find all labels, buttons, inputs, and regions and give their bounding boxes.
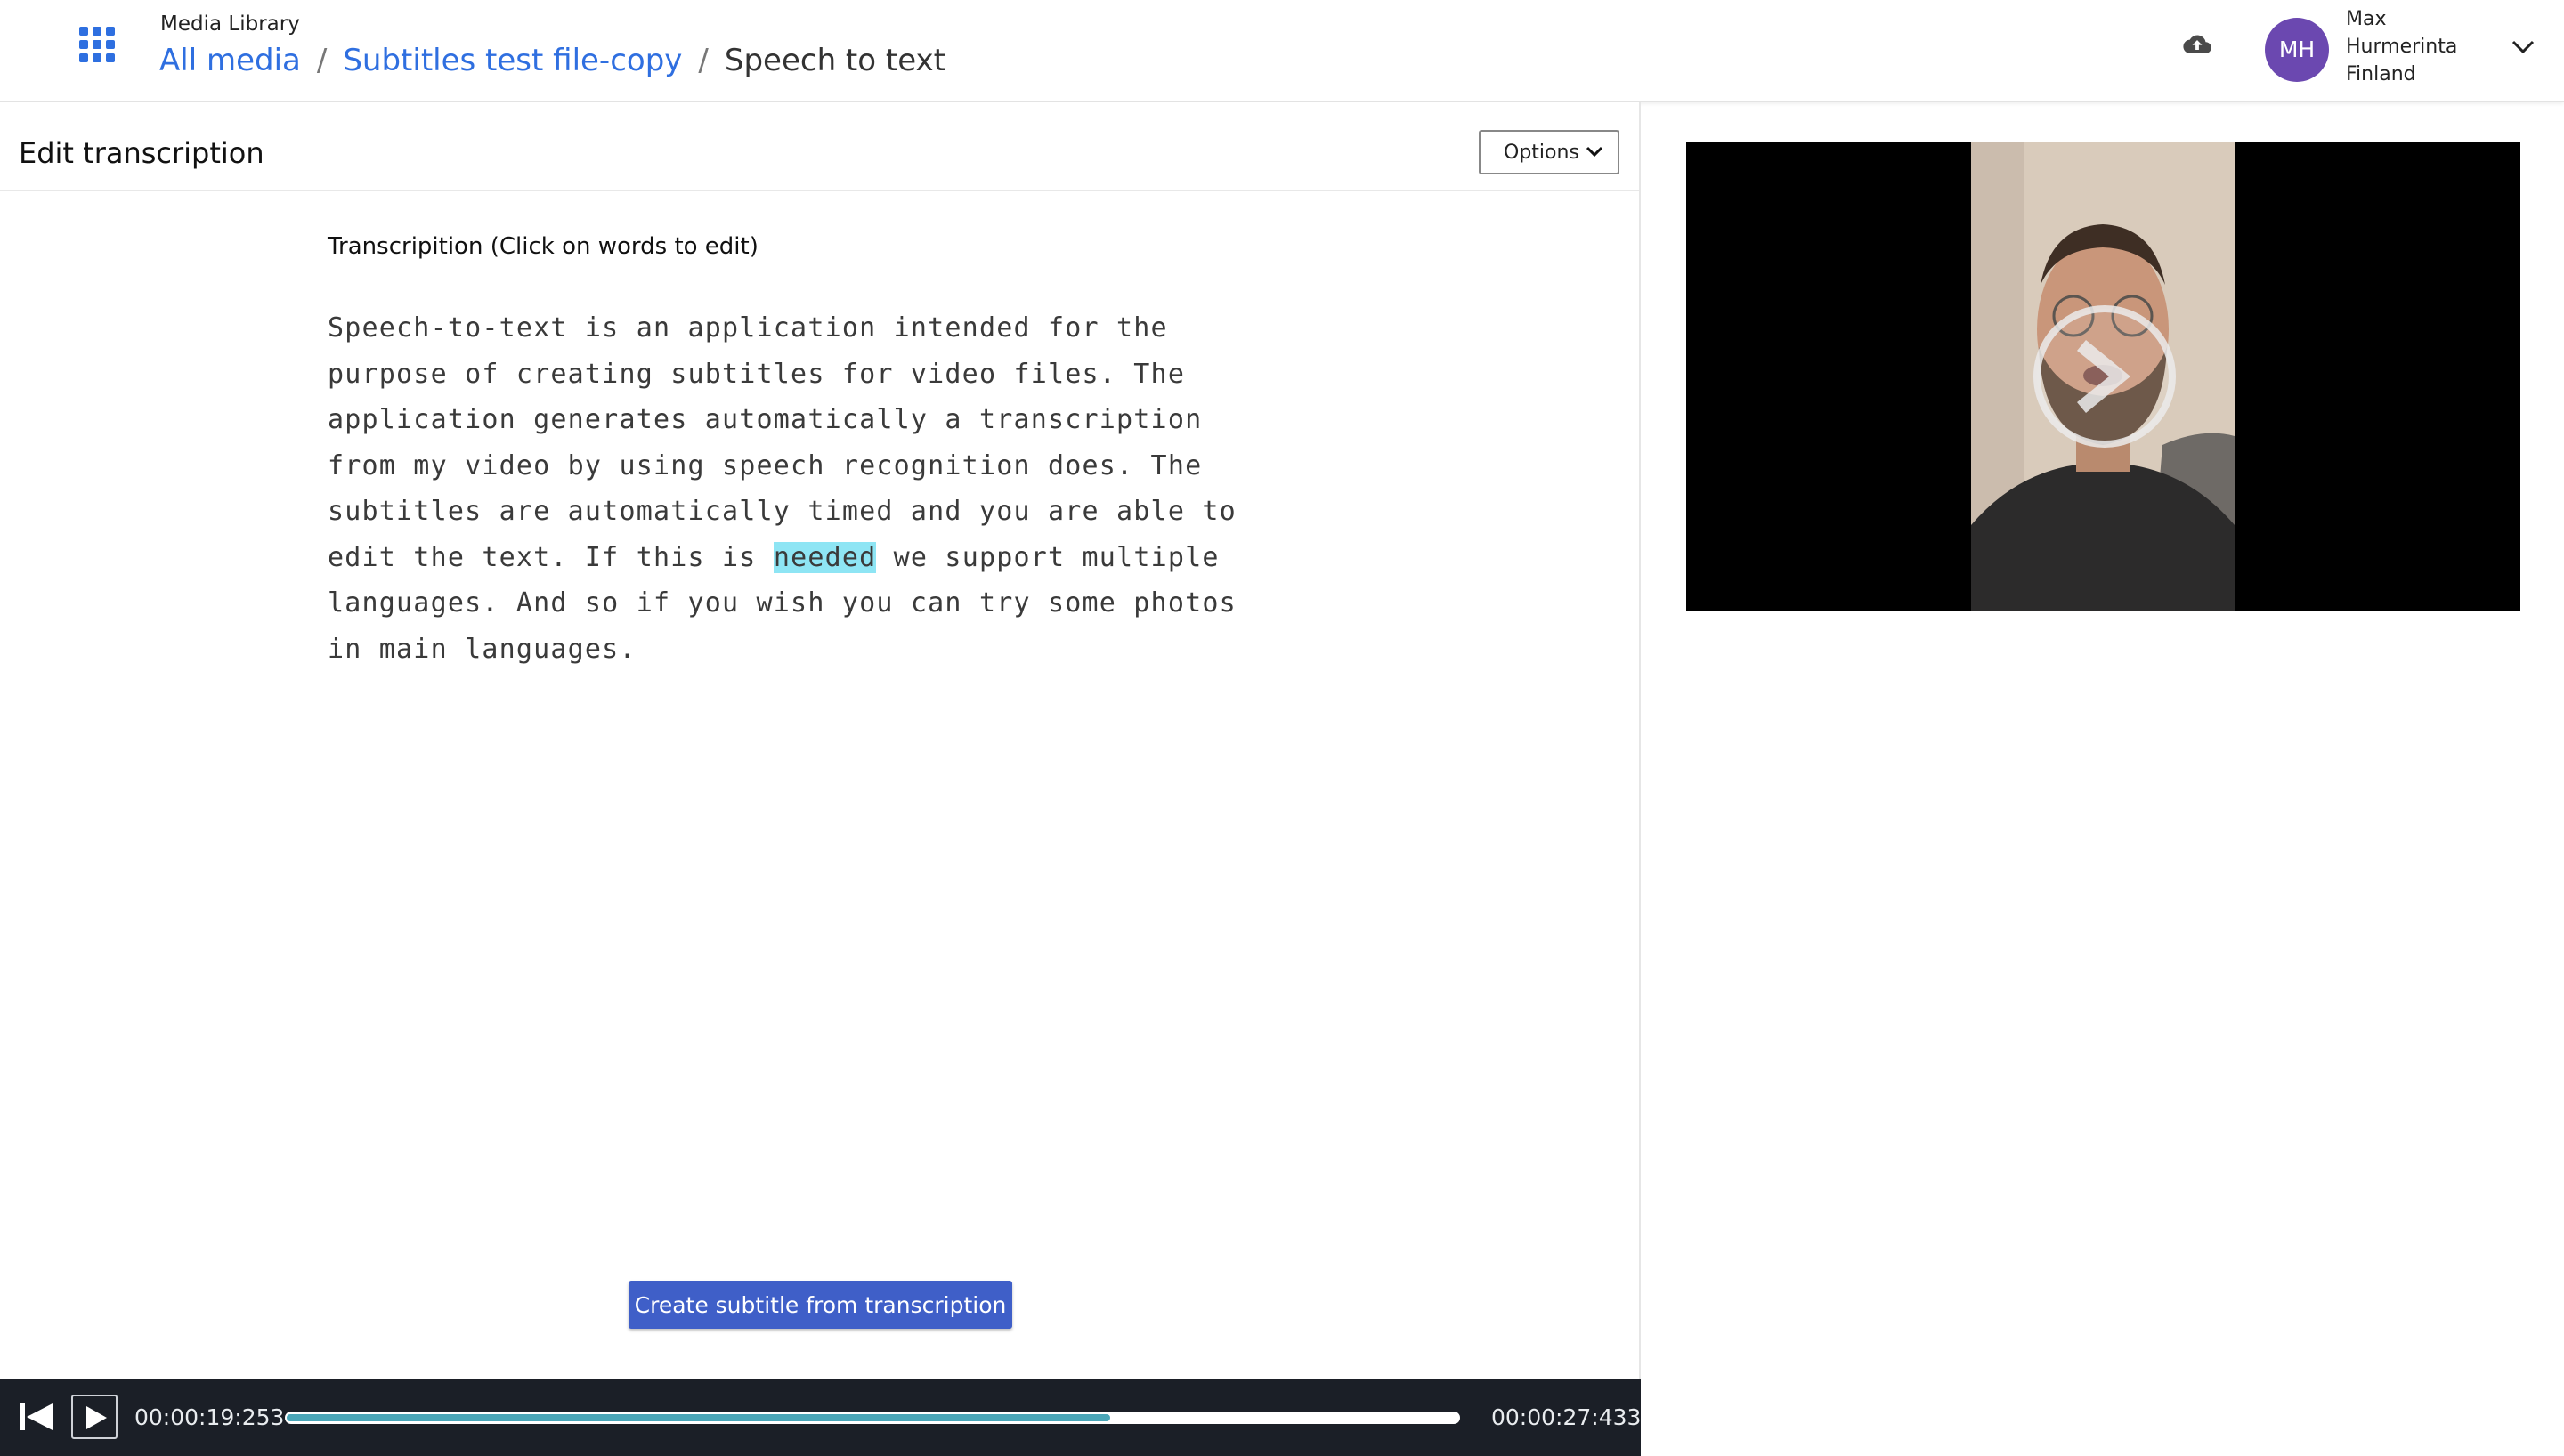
transcription-line[interactable]: application generates automatically a tr… (328, 397, 1307, 443)
app-name: Media Library (160, 12, 300, 36)
play-button[interactable] (71, 1395, 118, 1439)
skip-back-icon[interactable] (19, 1399, 54, 1435)
transcription-line[interactable]: subtitles are automatically timed and yo… (328, 489, 1307, 535)
video-player[interactable] (1686, 142, 2520, 611)
media-player-bar: 00:00:19:253 00:00:27:433 (0, 1379, 1641, 1456)
play-icon (86, 1406, 107, 1429)
options-dropdown[interactable]: Options (1479, 130, 1619, 174)
breadcrumb-separator: / (316, 43, 328, 78)
create-subtitle-button[interactable]: Create subtitle from transcription (629, 1281, 1012, 1329)
cloud-upload-icon[interactable] (2183, 32, 2211, 57)
user-first-name: Max (2346, 8, 2387, 30)
word-run[interactable]: edit the text. If this is (328, 542, 774, 573)
video-play-icon[interactable] (2031, 303, 2179, 450)
user-organization: Finland (2346, 63, 2416, 85)
panel-header: Edit transcription Options (0, 102, 1639, 191)
apps-grid-icon[interactable] (79, 27, 115, 62)
avatar[interactable]: MH (2265, 18, 2329, 82)
highlighted-word[interactable]: needed (773, 541, 877, 573)
user-info: Max Hurmerinta Finland (2346, 5, 2457, 88)
transcription-line[interactable]: languages. And so if you wish you can tr… (328, 580, 1307, 627)
chevron-down-icon (1586, 146, 1603, 158)
breadcrumb-separator: / (698, 43, 709, 78)
chevron-down-icon[interactable] (2511, 37, 2536, 55)
top-header: Media Library All media / Subtitles test f… (0, 0, 2564, 102)
word-run[interactable]: we support multiple (876, 542, 1219, 573)
breadcrumb: All media / Subtitles test file-copy / Speec… (159, 43, 945, 78)
transcription-line[interactable]: edit the text. If this is needed we supp… (328, 535, 1307, 581)
options-label: Options (1504, 141, 1579, 164)
transcription-panel: Edit transcription Options Transcripitio… (0, 102, 1641, 1456)
breadcrumb-file[interactable]: Subtitles test file-copy (343, 43, 682, 78)
transcription-label: Transcripition (Click on words to edit) (328, 233, 759, 260)
current-time: 00:00:19:253 (134, 1404, 285, 1430)
progress-slider[interactable] (285, 1412, 1460, 1424)
progress-fill (287, 1414, 1111, 1421)
transcription-line[interactable]: in main languages. (328, 627, 1307, 673)
transcription-text[interactable]: Speech-to-text is an application intende… (328, 305, 1307, 672)
transcription-line[interactable]: purpose of creating subtitles for video … (328, 352, 1307, 398)
breadcrumb-current-page: Speech to text (724, 43, 945, 78)
transcription-line[interactable]: from my video by using speech recognitio… (328, 443, 1307, 489)
transcription-line[interactable]: Speech-to-text is an application intende… (328, 305, 1307, 352)
breadcrumb-all-media[interactable]: All media (159, 43, 301, 78)
user-last-name: Hurmerinta (2346, 36, 2458, 58)
page-title: Edit transcription (19, 136, 264, 170)
total-time: 00:00:27:433 (1491, 1404, 1642, 1430)
